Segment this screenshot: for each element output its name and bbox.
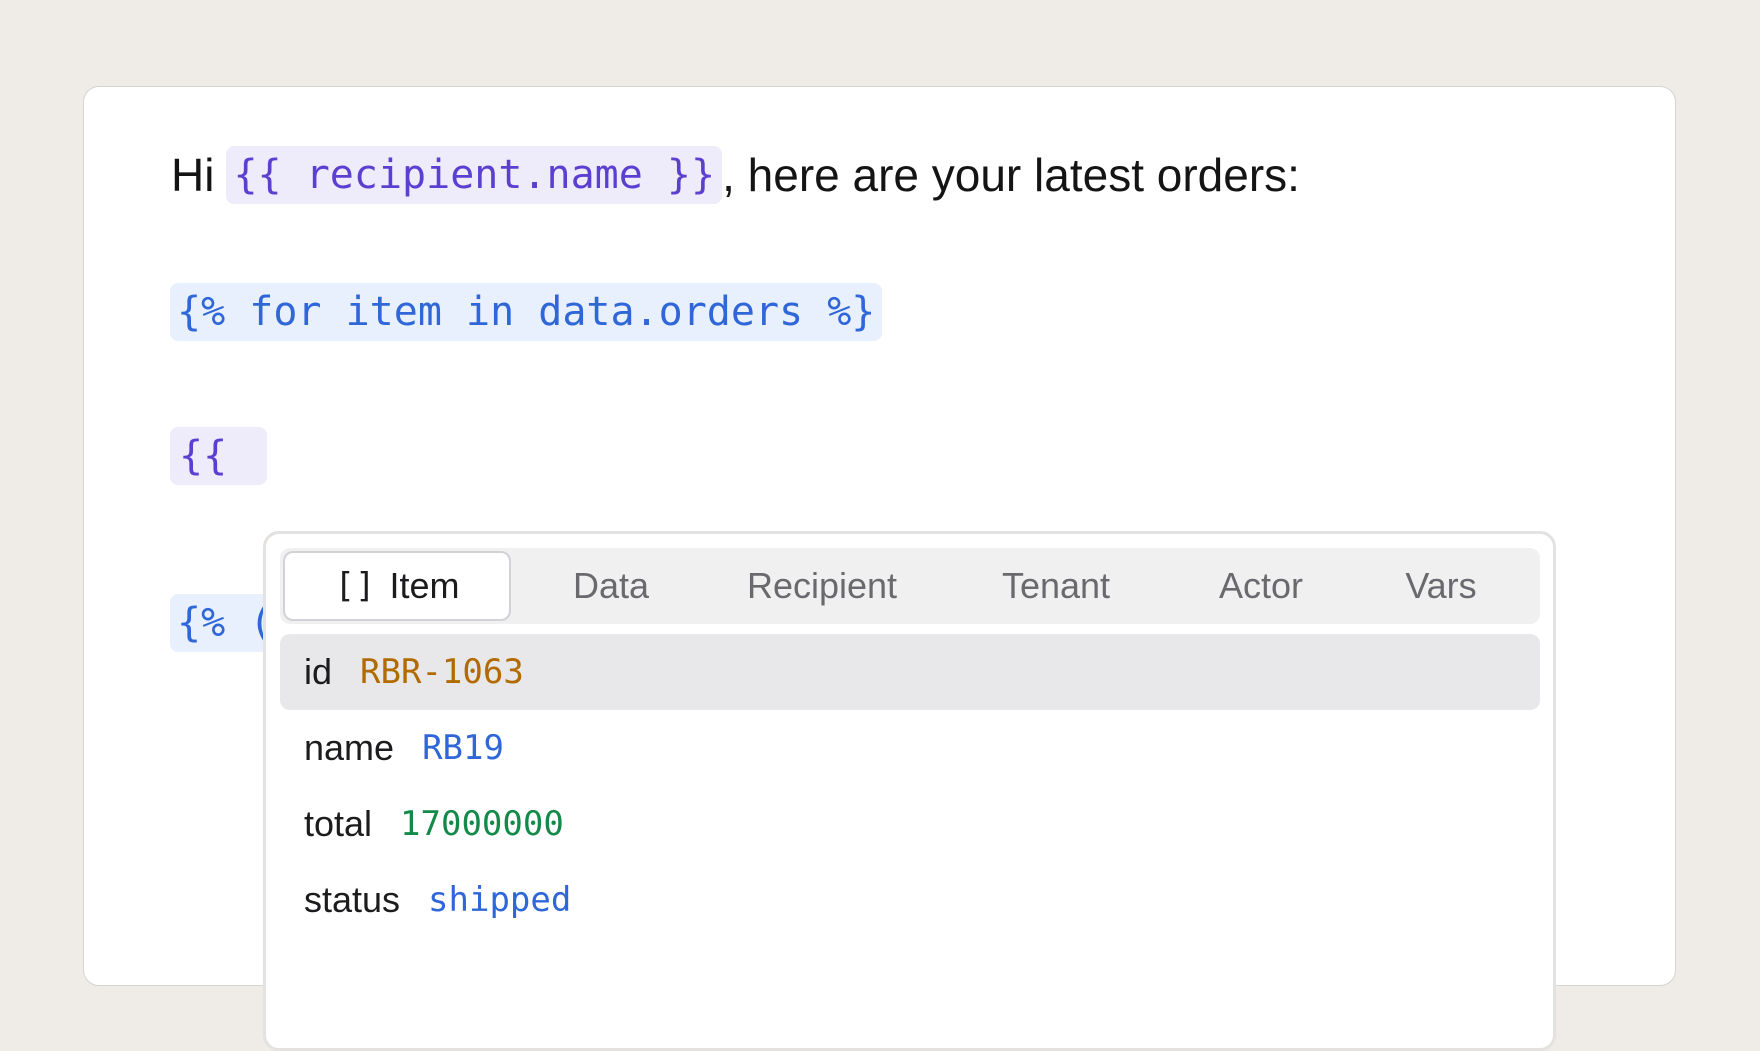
- tab-item[interactable]: [] Item: [283, 551, 511, 621]
- tab-data-label: Data: [572, 565, 650, 606]
- tab-tenant-label: Tenant: [1001, 565, 1111, 606]
- autocomplete-row-total[interactable]: total 17000000: [280, 786, 1540, 862]
- tab-recipient[interactable]: Recipient: [711, 551, 933, 621]
- autocomplete-popover[interactable]: [] Item Data Recipient Tenant Actor Vars…: [263, 531, 1556, 1051]
- row-key: id: [304, 651, 333, 692]
- greeting-prefix: Hi: [171, 149, 215, 201]
- row-value: 17000000: [400, 804, 564, 844]
- autocomplete-list: id RBR-1063 name RB19 total 17000000 sta…: [280, 634, 1540, 938]
- row-key: total: [304, 803, 373, 844]
- autocomplete-tabs: [] Item Data Recipient Tenant Actor Vars: [280, 548, 1540, 624]
- tab-actor[interactable]: Actor: [1179, 551, 1343, 621]
- row-key: name: [304, 727, 395, 768]
- greeting-suffix: , here are your latest orders:: [722, 149, 1300, 201]
- open-braces-variable[interactable]: {{: [170, 427, 268, 485]
- template-editor[interactable]: Hi {{ recipient.name }} , here are your …: [83, 86, 1676, 1051]
- brackets-icon: []: [334, 566, 376, 606]
- tab-item-label: Item: [389, 565, 460, 606]
- for-loop-line[interactable]: {% for item in data.orders %}: [170, 283, 883, 341]
- row-value: shipped: [428, 880, 572, 920]
- row-key: status: [304, 879, 401, 920]
- tab-tenant[interactable]: Tenant: [933, 551, 1179, 621]
- variable-input-line[interactable]: {{: [170, 427, 268, 485]
- recipient-name-variable[interactable]: {{ recipient.name }}: [226, 146, 723, 204]
- greeting-line[interactable]: Hi {{ recipient.name }} , here are your …: [171, 145, 1300, 205]
- tab-vars-label: Vars: [1405, 565, 1477, 606]
- row-value: RBR-1063: [360, 652, 524, 692]
- tab-actor-label: Actor: [1218, 565, 1304, 606]
- autocomplete-row-name[interactable]: name RB19: [280, 710, 1540, 786]
- autocomplete-row-id[interactable]: id RBR-1063: [280, 634, 1540, 710]
- tab-vars[interactable]: Vars: [1343, 551, 1539, 621]
- tab-recipient-label: Recipient: [746, 565, 898, 606]
- autocomplete-row-status[interactable]: status shipped: [280, 862, 1540, 938]
- tab-data[interactable]: Data: [511, 551, 711, 621]
- row-value: RB19: [422, 728, 504, 768]
- for-loop-tag[interactable]: {% for item in data.orders %}: [170, 283, 883, 341]
